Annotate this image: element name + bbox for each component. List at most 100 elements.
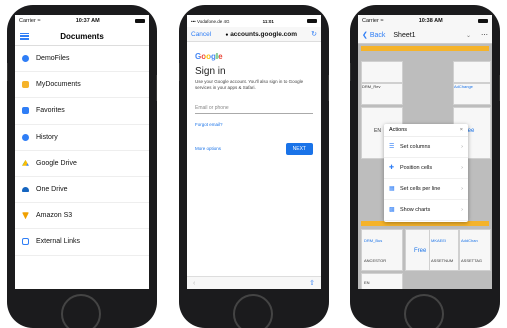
list-item-google-drive[interactable]: Google Drive <box>15 151 149 177</box>
side-button <box>156 75 157 101</box>
show-charts-option[interactable]: ▩ Show charts › <box>384 200 468 221</box>
cell-text: ASSETNUM <box>431 258 454 263</box>
sheet-cell[interactable]: EN <box>361 273 403 289</box>
sheet-cell[interactable]: MKAEEI ASSETNUM <box>429 229 459 271</box>
list-item-onedrive[interactable]: One Drive <box>15 177 149 204</box>
address-field[interactable]: ● accounts.google.com <box>225 31 297 38</box>
documents-list: DemoFiles MyDocuments Favorites History … <box>15 46 149 256</box>
sheet-cell[interactable] <box>453 61 491 83</box>
side-button <box>499 75 500 101</box>
signin-heading: Sign in <box>195 66 226 77</box>
option-label: Position cells <box>400 165 433 171</box>
navigation-bar: ❮ Back Sheet1 ⌄ ⋯ <box>358 27 492 44</box>
cell-text: MKAEEI <box>431 238 447 243</box>
home-button[interactable] <box>404 294 444 328</box>
list-item-amazon-s3[interactable]: Amazon S3 <box>15 203 149 230</box>
sheet-cell[interactable]: DRM_Bus ANCESTOR <box>361 229 403 271</box>
url-bar: Cancel ● accounts.google.com ↻ <box>187 27 321 42</box>
home-button[interactable] <box>233 294 273 328</box>
cells-per-line-icon: ▦ <box>389 186 395 192</box>
share-icon[interactable]: ⇧ <box>309 279 315 287</box>
chevron-right-icon: › <box>461 186 463 192</box>
documents-screen: Carrier ≈ 10:37 AM Documents DemoFiles M… <box>15 15 149 289</box>
list-item-label: External Links <box>36 238 80 246</box>
more-options-link[interactable]: More options <box>195 146 221 151</box>
set-columns-option[interactable]: ☰ Set columns › <box>384 137 468 158</box>
sheet-title: Sheet1 <box>393 31 416 39</box>
history-icon <box>22 133 29 141</box>
more-options-icon[interactable]: ⋯ <box>481 31 488 39</box>
chevron-down-icon[interactable]: ⌄ <box>466 32 471 39</box>
hamburger-menu-icon[interactable] <box>20 32 29 40</box>
navigation-bar: Documents <box>15 27 149 46</box>
logo-text: Google <box>195 52 223 61</box>
battery-icon <box>135 19 145 23</box>
next-button[interactable]: NEXT <box>285 142 313 155</box>
list-item-demofiles[interactable]: DemoFiles <box>15 46 149 73</box>
signin-form: Google Sign in Use your Google account. … <box>187 42 321 165</box>
sheet-cell[interactable]: AdChange <box>453 83 491 105</box>
browser-toolbar: ‹ ⇧ <box>187 276 321 289</box>
sheet-cell[interactable]: DRM_Rev <box>361 83 403 105</box>
google-logo: Google <box>195 52 313 61</box>
list-item-history[interactable]: History <box>15 125 149 151</box>
list-item-favorites[interactable]: Favorites <box>15 98 149 125</box>
page-title: Documents <box>60 31 104 41</box>
status-bar: ••• Vodafone.de 4G 11:01 <box>187 15 321 27</box>
position-cells-option[interactable]: ✚ Position cells › <box>384 158 468 179</box>
actions-dialog: Actions × ☰ Set columns › ✚ Position cells ›… <box>384 124 468 222</box>
columns-icon: ☰ <box>389 144 395 150</box>
carrier-label: Carrier ≈ <box>362 18 384 24</box>
chevron-left-icon[interactable]: ‹ <box>193 280 195 287</box>
google-drive-icon <box>22 159 29 166</box>
spreadsheet-screen: Carrier ≈ 10:38 AM ❮ Back Sheet1 ⌄ ⋯ DRM… <box>358 15 492 289</box>
phone-documents: Carrier ≈ 10:37 AM Documents DemoFiles M… <box>7 5 157 328</box>
reload-icon[interactable]: ↻ <box>311 30 317 38</box>
back-button[interactable]: ❮ Back <box>362 31 385 39</box>
signin-screen: ••• Vodafone.de 4G 11:01 Cancel ● accoun… <box>187 15 321 289</box>
list-item-external-links[interactable]: External Links <box>15 229 149 256</box>
option-label: Set cells per line <box>400 186 441 192</box>
close-icon[interactable]: × <box>460 127 463 133</box>
phone-spreadsheet: Carrier ≈ 10:38 AM ❮ Back Sheet1 ⌄ ⋯ DRM… <box>350 5 500 328</box>
option-label: Set columns <box>400 144 431 150</box>
chevron-right-icon: › <box>461 144 463 150</box>
phone-google-signin: ••• Vodafone.de 4G 11:01 Cancel ● accoun… <box>179 5 329 328</box>
onedrive-icon <box>22 187 29 193</box>
forgot-email-link[interactable]: Forgot email? <box>195 122 313 127</box>
signin-description: Use your Google account. You'll also sig… <box>195 79 304 90</box>
list-item-label: DemoFiles <box>36 55 70 63</box>
side-button <box>328 75 329 101</box>
clock: 10:38 AM <box>418 18 443 24</box>
home-button[interactable] <box>61 294 101 328</box>
sheet-cell[interactable]: AddChan ASSETTAG <box>459 229 491 271</box>
clock: 11:01 <box>262 18 274 24</box>
clock: 10:37 AM <box>75 18 100 24</box>
carrier-label: Carrier ≈ <box>19 18 41 24</box>
sheet-cell[interactable] <box>361 61 403 83</box>
cell-text: DRM_Rev <box>362 84 381 89</box>
list-item-label: Favorites <box>36 107 65 115</box>
chevron-right-icon: › <box>461 207 463 213</box>
email-field[interactable]: Email or phone <box>195 105 313 114</box>
dialog-title: Actions <box>389 127 408 133</box>
set-cells-per-line-option[interactable]: ▦ Set cells per line › <box>384 179 468 200</box>
cell-text: EN <box>374 128 381 134</box>
amazon-s3-icon <box>22 212 29 220</box>
status-bar: Carrier ≈ 10:37 AM <box>15 15 149 27</box>
external-link-icon <box>22 238 29 246</box>
cell-text: DRM_Bus <box>364 238 383 243</box>
status-bar: Carrier ≈ 10:38 AM <box>358 15 492 27</box>
list-item-label: Amazon S3 <box>36 212 73 220</box>
cancel-button[interactable]: Cancel <box>191 31 211 38</box>
lock-icon: ● <box>225 31 229 38</box>
list-item-label: History <box>36 133 58 141</box>
list-item-mydocuments[interactable]: MyDocuments <box>15 72 149 99</box>
back-label: Back <box>369 32 386 39</box>
signin-actions: More options NEXT <box>195 142 313 155</box>
chevron-left-icon: ❮ <box>362 32 368 39</box>
cell-text: EN <box>364 280 370 285</box>
cell-text: Free <box>414 248 427 254</box>
cell-text: AdChange <box>454 84 473 89</box>
battery-icon <box>478 19 488 23</box>
